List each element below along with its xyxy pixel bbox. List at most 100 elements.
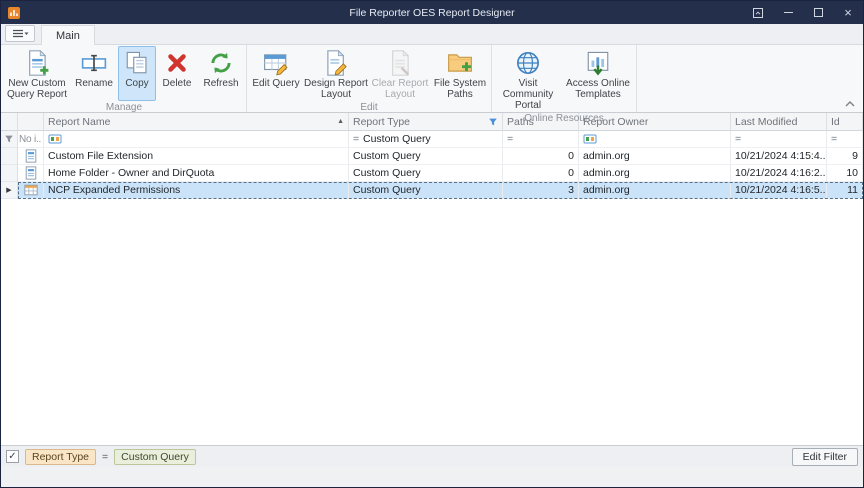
visit-community-portal-button[interactable]: Visit Community Portal <box>494 46 562 112</box>
filter-cell-report-type[interactable]: = Custom Query <box>349 131 503 148</box>
cell-report-owner: admin.org <box>579 182 731 199</box>
cell-last-modified: 10/21/2024 4:16:5... <box>731 182 827 199</box>
file-system-paths-button[interactable]: File System Paths <box>431 46 489 101</box>
minimize-button[interactable] <box>773 1 803 24</box>
filter-operator-glyph[interactable]: = <box>735 133 745 145</box>
app-logo-icon <box>7 6 21 20</box>
ribbon-button-label: Visit Community Portal <box>495 78 561 111</box>
file-system-paths-icon <box>447 50 473 76</box>
column-header-icon[interactable] <box>18 113 44 131</box>
column-header-last-modified[interactable]: Last Modified <box>731 113 827 131</box>
check-icon: ✓ <box>8 452 16 462</box>
cell-report-name: Custom File Extension <box>44 148 349 165</box>
ribbon-button-label: Edit Query <box>252 78 299 89</box>
filter-value: Custom Query <box>363 133 431 145</box>
cell-paths: 0 <box>503 165 579 182</box>
filter-operator-glyph[interactable]: = <box>353 133 363 145</box>
ribbon-button-label: Clear Report Layout <box>370 78 430 100</box>
design-report-layout-button[interactable]: Design Report Layout <box>303 46 369 101</box>
copy-button[interactable]: Copy <box>118 46 156 101</box>
filter-cell-report-owner[interactable] <box>579 131 731 148</box>
cell-report-type: Custom Query <box>349 182 503 199</box>
filter-panel-operator: = <box>102 451 108 463</box>
new-custom-query-report-button[interactable]: New Custom Query Report <box>4 46 70 101</box>
access-online-templates-button[interactable]: Access Online Templates <box>562 46 634 112</box>
cell-id: 10 <box>827 165 863 182</box>
filter-row-funnel-icon <box>4 134 14 144</box>
ribbon-button-label: Refresh <box>203 78 238 89</box>
app-menu-icon <box>12 29 29 39</box>
chevron-up-icon <box>845 101 855 107</box>
cell-id: 9 <box>827 148 863 165</box>
permissions-grid-icon <box>24 183 38 197</box>
ribbon-group-manage: New Custom Query Report Rename Copy <box>2 45 247 112</box>
ribbon-button-label: New Custom Query Report <box>5 78 69 100</box>
refresh-button[interactable]: Refresh <box>198 46 244 101</box>
copy-icon <box>124 50 150 76</box>
edit-query-icon <box>263 50 289 76</box>
filter-row-indicator <box>1 131 18 148</box>
tab-main[interactable]: Main <box>41 25 95 45</box>
filter-cell-paths[interactable]: = <box>503 131 579 148</box>
filter-field-chip[interactable]: Report Type <box>25 449 96 465</box>
ribbon-group-caption: Manage <box>2 101 246 115</box>
sort-asc-icon[interactable]: ▲ <box>337 118 344 125</box>
filter-operator-glyph[interactable]: = <box>507 133 517 145</box>
reports-grid: Report Name ▲ Report Type Paths Report O… <box>1 113 863 445</box>
ribbon-tab-row: Main <box>1 24 863 45</box>
cell-id: 11 <box>827 182 863 199</box>
column-header-label: Report Type <box>353 116 410 128</box>
grid-header-row: Report Name ▲ Report Type Paths Report O… <box>1 113 863 131</box>
column-header-report-name[interactable]: Report Name ▲ <box>44 113 349 131</box>
clear-report-layout-button: Clear Report Layout <box>369 46 431 101</box>
ribbon-options-button[interactable] <box>743 1 773 24</box>
grid-header-indicator <box>1 113 18 131</box>
filter-value-chip[interactable]: Custom Query <box>114 449 196 465</box>
design-report-layout-icon <box>323 50 349 76</box>
cell-report-owner: admin.org <box>579 148 731 165</box>
cell-paths: 3 <box>503 182 579 199</box>
table-row-selected[interactable]: ▶ NCP Expanded Permissions Custom Query … <box>1 182 863 199</box>
cell-last-modified: 10/21/2024 4:16:2... <box>731 165 827 182</box>
globe-icon <box>515 50 541 76</box>
close-icon: × <box>844 5 852 20</box>
filter-cell-icon-column[interactable]: No i... <box>18 131 44 148</box>
title-bar: File Reporter OES Report Designer × <box>1 1 863 24</box>
current-row-arrow-icon: ▶ <box>6 186 11 194</box>
ribbon-button-label: File System Paths <box>432 78 488 100</box>
filter-operator-glyph[interactable]: = <box>831 133 841 145</box>
ribbon-button-label: Rename <box>75 78 113 89</box>
app-window: File Reporter OES Report Designer × Main <box>0 0 864 488</box>
filter-cell-last-modified[interactable]: = <box>731 131 827 148</box>
filter-cell-id[interactable]: = <box>827 131 863 148</box>
ribbon-group-caption: Online Resources <box>492 112 636 126</box>
ribbon-button-label: Delete <box>163 78 192 89</box>
edit-query-button[interactable]: Edit Query <box>249 46 303 101</box>
rename-button[interactable]: Rename <box>70 46 118 101</box>
ribbon-button-label: Copy <box>125 78 148 89</box>
edit-filter-button[interactable]: Edit Filter <box>792 448 858 466</box>
close-button[interactable]: × <box>833 1 863 24</box>
delete-icon <box>164 50 190 76</box>
custom-query-report-icon <box>24 166 38 180</box>
ribbon-collapse-button[interactable] <box>843 98 857 109</box>
filter-enabled-checkbox[interactable]: ✓ <box>6 450 19 463</box>
grid-empty-area <box>1 199 863 445</box>
cell-report-name: NCP Expanded Permissions <box>44 182 349 199</box>
column-header-report-type[interactable]: Report Type <box>349 113 503 131</box>
maximize-button[interactable] <box>803 1 833 24</box>
ribbon: New Custom Query Report Rename Copy <box>1 45 863 113</box>
filter-cell-report-name[interactable] <box>44 131 349 148</box>
filter-cell-text: No i... <box>19 134 42 145</box>
table-row[interactable]: Custom File Extension Custom Query 0 adm… <box>1 148 863 165</box>
window-controls: × <box>743 1 863 24</box>
application-menu-button[interactable] <box>5 25 35 42</box>
minimize-icon <box>784 12 793 13</box>
table-row[interactable]: Home Folder - Owner and DirQuota Custom … <box>1 165 863 182</box>
column-header-id[interactable]: Id <box>827 113 863 131</box>
delete-button[interactable]: Delete <box>156 46 198 101</box>
report-type-cell-icon <box>18 148 44 165</box>
cell-report-owner: admin.org <box>579 165 731 182</box>
ribbon-group-caption: Edit <box>247 101 491 115</box>
report-type-cell-icon <box>18 182 44 199</box>
